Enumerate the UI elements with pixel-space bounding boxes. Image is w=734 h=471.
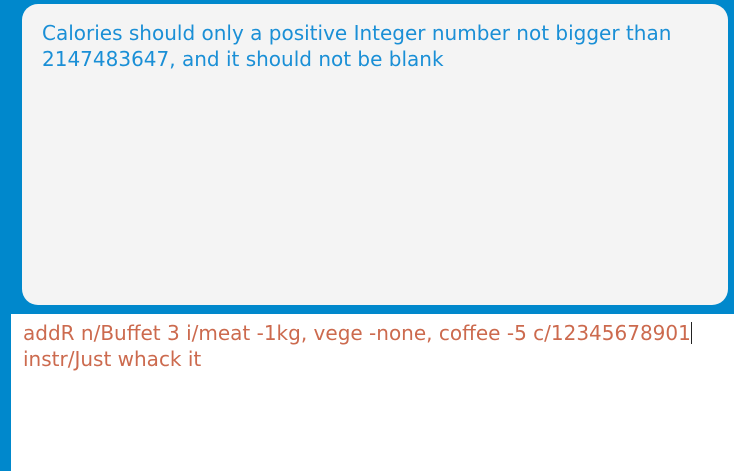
- command-text[interactable]: addR n/Buffet 3 i/meat -1kg, vege -none,…: [23, 320, 722, 372]
- text-caret: [690, 322, 692, 344]
- result-display: Calories should only a positive Integer …: [22, 4, 728, 305]
- result-message: Calories should only a positive Integer …: [42, 20, 708, 72]
- result-message-line-1: Calories should only a positive Integer …: [42, 21, 672, 45]
- result-message-line-2: 2147483647, and it should not be blank: [42, 47, 444, 71]
- command-text-line-2: instr/Just whack it: [23, 347, 202, 371]
- command-text-line-1: addR n/Buffet 3 i/meat -1kg, vege -none,…: [23, 321, 691, 345]
- command-input[interactable]: addR n/Buffet 3 i/meat -1kg, vege -none,…: [11, 314, 734, 471]
